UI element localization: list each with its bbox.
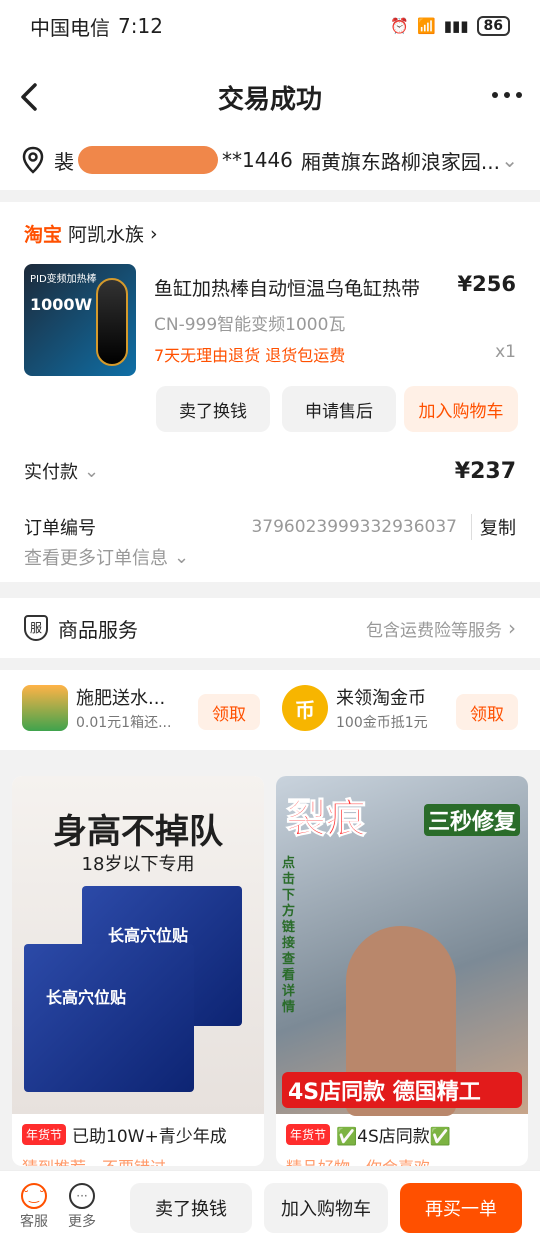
feed-headline: 裂痕 — [286, 796, 367, 843]
platform-logo: 淘宝 — [24, 224, 63, 246]
feed-card[interactable]: 裂痕 三秒修复 点击下方链接查看详情 4S店同款 德国精工 年货节 ✅4S店同款… — [276, 776, 528, 1166]
add-cart-button[interactable]: 加入购物车 — [404, 386, 518, 432]
customer-service-button[interactable]: ˘‿˘ 客服 — [20, 1183, 48, 1231]
recipient-name: 裴 — [54, 149, 74, 174]
heater-device-graphic — [96, 278, 128, 366]
signal-icon: ▮▮▮ — [443, 17, 469, 35]
order-number: 3796023999332936037 — [251, 517, 457, 537]
feed-subtext: 精品好物，你会喜欢 — [286, 1154, 430, 1166]
after-sale-button[interactable]: 申请售后 — [282, 386, 396, 432]
fruit-basket-icon — [22, 685, 68, 731]
feed-subline: 18岁以下专用 — [81, 854, 195, 875]
benefit-title: 来领淘金币 — [336, 688, 426, 709]
feed-image: 身高不掉队 18岁以下专用 长高穴位贴 长高穴位贴 — [12, 776, 264, 1114]
product-box: 长高穴位贴 — [24, 944, 194, 1092]
more-label: 更多 — [68, 1214, 96, 1230]
more-button[interactable]: ··· 更多 — [68, 1183, 96, 1231]
claim-button[interactable]: 领取 — [198, 694, 260, 730]
more-order-info[interactable]: 查看更多订单信息 ⌄ — [24, 544, 516, 570]
clock: 7:12 — [118, 14, 163, 38]
shield-icon: 服 — [24, 615, 48, 641]
product-spec: CN-999智能变频1000瓦 — [154, 315, 346, 335]
services-row[interactable]: 服 商品服务 包含运费险等服务 › — [0, 598, 540, 658]
sell-button[interactable]: 卖了换钱 — [156, 386, 270, 432]
feed-subline: 三秒修复 — [423, 804, 520, 836]
benefits-row: 施肥送水... 0.01元1箱还... 领取 币 来领淘金币 100金币抵1元 … — [0, 670, 540, 750]
recipient-address: 厢黄旗东路柳浪家园... — [300, 149, 500, 174]
recommend-feed: 身高不掉队 18岁以下专用 长高穴位贴 长高穴位贴 年货节 已助10W+青少年成… — [0, 764, 540, 1166]
customer-service-label: 客服 — [20, 1214, 48, 1230]
product-price: ¥256 — [457, 272, 516, 296]
smile-icon: ˘‿˘ — [21, 1183, 47, 1209]
benefit-sub: 0.01元1箱还... — [76, 715, 172, 731]
add-cart-button[interactable]: 加入购物车 — [264, 1183, 388, 1233]
back-icon[interactable] — [18, 82, 40, 112]
nav-bar: 交易成功 — [0, 52, 540, 142]
feed-card[interactable]: 身高不掉队 18岁以下专用 长高穴位贴 长高穴位贴 年货节 已助10W+青少年成… — [12, 776, 264, 1166]
coin-icon: 币 — [282, 685, 328, 731]
more-icon[interactable] — [492, 92, 522, 98]
order-number-label: 订单编号 — [24, 518, 96, 539]
product-image[interactable]: PID变频加热棒 1000W — [24, 264, 136, 376]
payment-row: 实付款 ⌄ ¥237 — [24, 458, 516, 484]
claim-button[interactable]: 领取 — [456, 694, 518, 730]
sell-button[interactable]: 卖了换钱 — [130, 1183, 252, 1233]
alarm-icon: ⏰ — [390, 17, 410, 35]
address-row[interactable]: 裴 **1446 厢黄旗东路柳浪家园... ⌄ — [0, 130, 540, 190]
order-number-row: 订单编号 3796023999332936037 复制 — [24, 514, 516, 540]
chevron-right-icon: › — [150, 222, 158, 245]
shop-name: 阿凯水族 — [68, 224, 145, 246]
more-order-info-label: 查看更多订单信息 — [24, 548, 168, 569]
chevron-right-icon: › — [508, 616, 516, 640]
feed-subtext: 猜到推荐，不要错过 — [22, 1154, 166, 1166]
payment-label: 实付款 — [24, 462, 78, 483]
feed-tag: 年货节 — [286, 1124, 331, 1145]
chevron-down-icon: ⌄ — [501, 148, 518, 172]
wifi-icon: 📶 — [417, 17, 436, 35]
feed-caption-text: ✅4S店同款✅ — [336, 1127, 451, 1147]
page-title: 交易成功 — [217, 84, 322, 115]
services-title: 商品服务 — [58, 617, 138, 642]
battery-indicator: 86 — [476, 16, 510, 36]
rebuy-button[interactable]: 再买一单 — [400, 1183, 522, 1233]
services-desc: 包含运费险等服务 — [366, 620, 502, 641]
feed-banner: 4S店同款 德国精工 — [282, 1072, 522, 1108]
feed-image: 裂痕 三秒修复 点击下方链接查看详情 4S店同款 德国精工 — [276, 776, 528, 1116]
shop-header[interactable]: 淘宝 阿凯水族 › — [24, 220, 158, 247]
status-bar: 中国电信 7:12 ⏰ 📶 ▮▮▮ 86 — [0, 0, 540, 52]
recipient-phone: **1446 — [222, 148, 293, 172]
chevron-down-icon[interactable]: ⌄ — [84, 461, 99, 482]
benefit-item[interactable]: 施肥送水... 0.01元1箱还... — [22, 684, 171, 732]
benefit-item[interactable]: 币 来领淘金币 100金币抵1元 — [282, 684, 428, 732]
order-card: 淘宝 阿凯水族 › PID变频加热棒 1000W 鱼缸加热棒自动恒温乌龟缸热带 … — [0, 202, 540, 582]
feed-tag: 年货节 — [22, 1124, 67, 1145]
feed-caption-text: 已助10W+青少年成 — [72, 1127, 227, 1147]
chevron-down-icon: ⌄ — [174, 546, 190, 568]
redaction-mark — [78, 146, 218, 174]
carrier-label: 中国电信 — [30, 15, 110, 40]
more-dots-icon: ··· — [69, 1183, 95, 1209]
copy-button[interactable]: 复制 — [471, 514, 516, 540]
product-title[interactable]: 鱼缸加热棒自动恒温乌龟缸热带 — [154, 274, 454, 301]
benefit-title: 施肥送水... — [76, 688, 166, 709]
bottom-action-bar: ˘‿˘ 客服 ··· 更多 卖了换钱 加入购物车 再买一单 — [0, 1170, 540, 1252]
product-quantity: x1 — [495, 342, 516, 362]
return-policy: 7天无理由退货 退货包运费 — [154, 346, 346, 365]
feed-headline: 身高不掉队 — [53, 812, 223, 852]
feed-caption: 年货节 ✅4S店同款✅ — [286, 1122, 451, 1147]
location-icon — [22, 146, 44, 174]
feed-side-text: 点击下方链接查看详情 — [282, 856, 296, 1015]
benefit-sub: 100金币抵1元 — [336, 715, 428, 731]
payment-amount: ¥237 — [454, 458, 516, 484]
feed-caption: 年货节 已助10W+青少年成 — [22, 1122, 227, 1147]
